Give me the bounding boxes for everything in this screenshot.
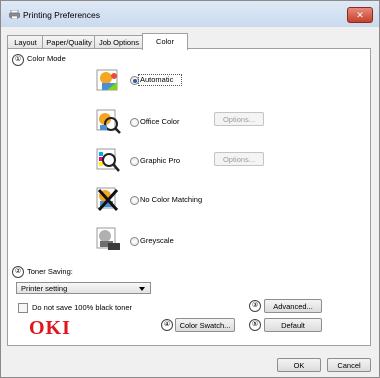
color-mode-heading: Color Mode: [27, 54, 66, 63]
graphic-pro-label: Graphic Pro: [140, 156, 181, 165]
callout-number-3: ③: [249, 300, 261, 312]
no-color-matching-radio[interactable]: [130, 196, 139, 205]
close-button[interactable]: ✕: [347, 7, 373, 23]
window-title: Printing Preferences: [23, 10, 101, 20]
ok-button[interactable]: OK: [277, 358, 321, 372]
callout-number-4: ④: [161, 319, 173, 331]
tab-paper-quality[interactable]: Paper/Quality: [42, 35, 96, 49]
graphic-pro-icon: [96, 148, 120, 172]
greyscale-label: Greyscale: [140, 236, 174, 245]
graphic-pro-radio[interactable]: [130, 157, 139, 166]
oki-logo: OKI: [29, 317, 71, 339]
chevron-down-icon: [139, 287, 145, 291]
toner-saving-dropdown[interactable]: Printer setting: [16, 282, 151, 294]
toner-saving-label: Toner Saving:: [27, 267, 73, 276]
no-color-matching-icon: [96, 187, 119, 212]
cancel-button[interactable]: Cancel: [327, 358, 371, 372]
greyscale-radio[interactable]: [130, 237, 139, 246]
callout-number-2: ②: [12, 266, 24, 278]
automatic-color-icon: [96, 69, 118, 91]
title-bar: Printing Preferences ✕: [1, 1, 379, 27]
printer-icon: [9, 10, 20, 19]
greyscale-icon: [96, 227, 120, 250]
tab-color[interactable]: Color: [142, 33, 188, 50]
advanced-button[interactable]: Advanced...: [264, 299, 322, 313]
color-swatch-button[interactable]: Color Swatch...: [175, 318, 235, 332]
office-color-icon: [96, 109, 121, 134]
office-color-label: Office Color: [140, 117, 180, 126]
close-icon: ✕: [356, 10, 364, 20]
default-button[interactable]: Default: [264, 318, 322, 332]
tab-layout[interactable]: Layout: [7, 35, 44, 49]
black-toner-checkbox-label: Do not save 100% black toner: [32, 303, 133, 312]
graphic-pro-options-button[interactable]: Options...: [214, 152, 264, 166]
callout-number-5: ⑤: [249, 319, 261, 331]
automatic-label: Automatic: [140, 75, 174, 84]
office-color-options-button[interactable]: Options...: [214, 112, 264, 126]
tab-job-options[interactable]: Job Options: [94, 35, 144, 49]
black-toner-checkbox[interactable]: [18, 303, 28, 313]
callout-number-1: ①: [12, 54, 24, 66]
no-color-matching-label: No Color Matching: [140, 195, 203, 204]
printing-preferences-window: Printing Preferences ✕ Layout Paper/Qual…: [0, 0, 380, 378]
office-color-radio[interactable]: [130, 118, 139, 127]
